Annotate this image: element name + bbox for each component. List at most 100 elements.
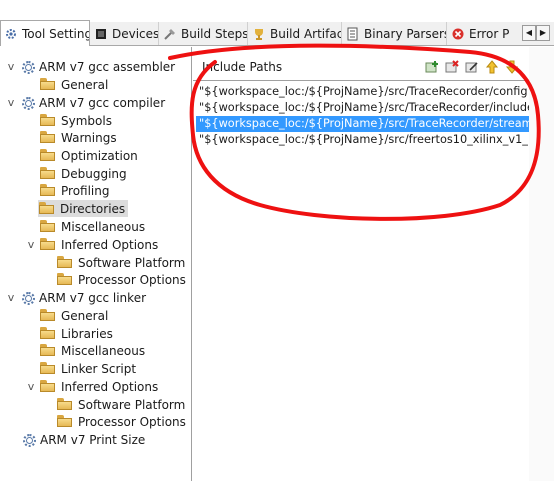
add-path-icon[interactable] [425,60,439,74]
tree-item-label: Debugging [61,166,127,181]
chevron-down-icon[interactable]: v [26,238,36,251]
tab-label: Devices [112,26,159,41]
tree-item-software-platform[interactable]: Software Platform [57,254,185,271]
tab-binary-parsers[interactable]: Binary Parsers [343,22,447,45]
move-up-icon[interactable] [485,60,499,74]
tab-devices[interactable]: Devices [91,22,159,45]
tree-item-debugging[interactable]: Debugging [40,165,127,182]
list-item[interactable]: "${workspace_loc:/${ProjName}/src/TraceR… [199,100,529,116]
tree-item-label: Miscellaneous [61,219,146,234]
tree-item-label: Linker Script [61,361,137,376]
include-paths-label: Include Paths [202,60,283,74]
tree-item-optimization[interactable]: Optimization [40,147,138,164]
folder-icon [40,309,56,322]
list-item[interactable]: "${workspace_loc:/${ProjName}/src/freert… [199,132,529,148]
tree-node-compiler-inferred-options[interactable]: v Inferred Options [26,236,159,253]
tab-label: Tool Settings [22,26,89,41]
settings-tree: v ARM v7 gcc assembler General v ARM v7 … [0,47,192,481]
tree-item-label: Processor Options [78,272,186,287]
tab-tool-settings[interactable]: Tool Settings [0,20,90,46]
tree-item-label: Processor Options [78,414,186,429]
tab-label: Error P [469,26,510,41]
tree-item-label: Profiling [61,183,110,198]
move-down-icon[interactable] [505,60,519,74]
tab-scroll-left-button[interactable]: ◀ [522,25,536,41]
tab-build-artifact[interactable]: Build Artifact [249,22,342,45]
tree-item-linker-general[interactable]: General [40,307,108,324]
tree-item-label: Symbols [61,113,112,128]
tree-item-libraries[interactable]: Libraries [40,325,113,342]
gear-icon [20,290,35,305]
folder-icon [40,184,56,197]
tree-item-assembler-general[interactable]: General [40,76,108,93]
folder-icon [40,149,56,162]
tree-item-label: General [61,77,109,92]
gear-icon [20,95,35,110]
build-steps-icon [164,28,175,40]
folder-icon [40,362,56,375]
folder-icon [40,238,56,251]
tree-item-directories[interactable]: Directories [38,200,129,217]
tab-bar: Tool Settings Devices Build Steps Build … [0,20,554,46]
tab-scroll-buttons: ◀ ▶ [522,25,550,41]
folder-icon [40,114,56,127]
build-artifact-icon [255,28,263,40]
tree-item-warnings[interactable]: Warnings [40,129,117,146]
gear-icon [21,432,36,447]
tab-error-parsers[interactable]: Error P [448,22,510,45]
list-item-selected[interactable]: "${workspace_loc:/${ProjName}/src/TraceR… [196,116,529,132]
tab-label: Binary Parsers [364,26,447,41]
folder-icon [40,220,56,233]
binary-parsers-icon [347,27,358,40]
tree-item-miscellaneous[interactable]: Miscellaneous [40,218,145,235]
tree-node-linker[interactable]: v ARM v7 gcc linker [6,289,146,306]
list-item[interactable]: "${workspace_loc:/${ProjName}/src/TraceR… [199,84,529,100]
tree-node-assembler[interactable]: v ARM v7 gcc assembler [6,58,175,75]
edit-path-icon[interactable] [465,60,479,74]
tree-node-label: Inferred Options [61,237,159,252]
tree-item-linker-miscellaneous[interactable]: Miscellaneous [40,342,145,359]
folder-icon [57,256,73,269]
tree-item-linker-script[interactable]: Linker Script [40,360,136,377]
include-paths-list: "${workspace_loc:/${ProjName}/src/TraceR… [193,80,529,481]
tree-node-print-size[interactable]: ARM v7 Print Size [21,431,145,448]
tree-node-compiler[interactable]: v ARM v7 gcc compiler [6,94,165,111]
folder-icon [39,202,55,215]
tree-item-label: Optimization [61,148,138,163]
folder-icon [57,273,73,286]
tree-item-label: Software Platform [78,397,186,412]
tab-build-steps[interactable]: Build Steps [160,22,248,45]
error-parsers-icon [452,28,464,39]
tree-item-symbols[interactable]: Symbols [40,112,112,129]
chevron-down-icon[interactable]: v [6,60,16,73]
tree-node-linker-inferred-options[interactable]: v Inferred Options [26,378,159,395]
tree-item-label: Warnings [61,130,117,145]
tree-node-label: Inferred Options [61,379,159,394]
folder-icon [40,167,56,180]
folder-icon [40,380,56,393]
tree-node-label: ARM v7 gcc compiler [39,95,166,110]
right-scroll-area [529,47,554,481]
tree-item-label: General [61,308,109,323]
folder-icon [40,78,56,91]
tree-item-linker-software-platform[interactable]: Software Platform [57,396,185,413]
delete-path-icon[interactable] [445,60,459,74]
tab-label: Build Steps [181,26,248,41]
tab-scroll-right-button[interactable]: ▶ [536,25,550,41]
tree-node-label: ARM v7 gcc linker [39,290,147,305]
tree-item-linker-processor-options[interactable]: Processor Options [57,413,186,430]
tree-item-label: Software Platform [78,255,186,270]
tree-item-processor-options[interactable]: Processor Options [57,271,186,288]
chevron-down-icon[interactable]: v [6,291,16,304]
tree-node-label: ARM v7 gcc assembler [39,59,176,74]
chevron-down-icon[interactable]: v [6,96,16,109]
tree-item-profiling[interactable]: Profiling [40,182,110,199]
folder-icon [40,131,56,144]
chevron-down-icon[interactable]: v [26,380,36,393]
tool-settings-icon [6,28,16,39]
folder-icon [57,398,73,411]
folder-icon [40,344,56,357]
include-paths-panel: Include Paths "${workspace_loc:/${ProjNa… [193,47,529,481]
tree-node-label: ARM v7 Print Size [40,432,146,447]
folder-icon [57,415,73,428]
